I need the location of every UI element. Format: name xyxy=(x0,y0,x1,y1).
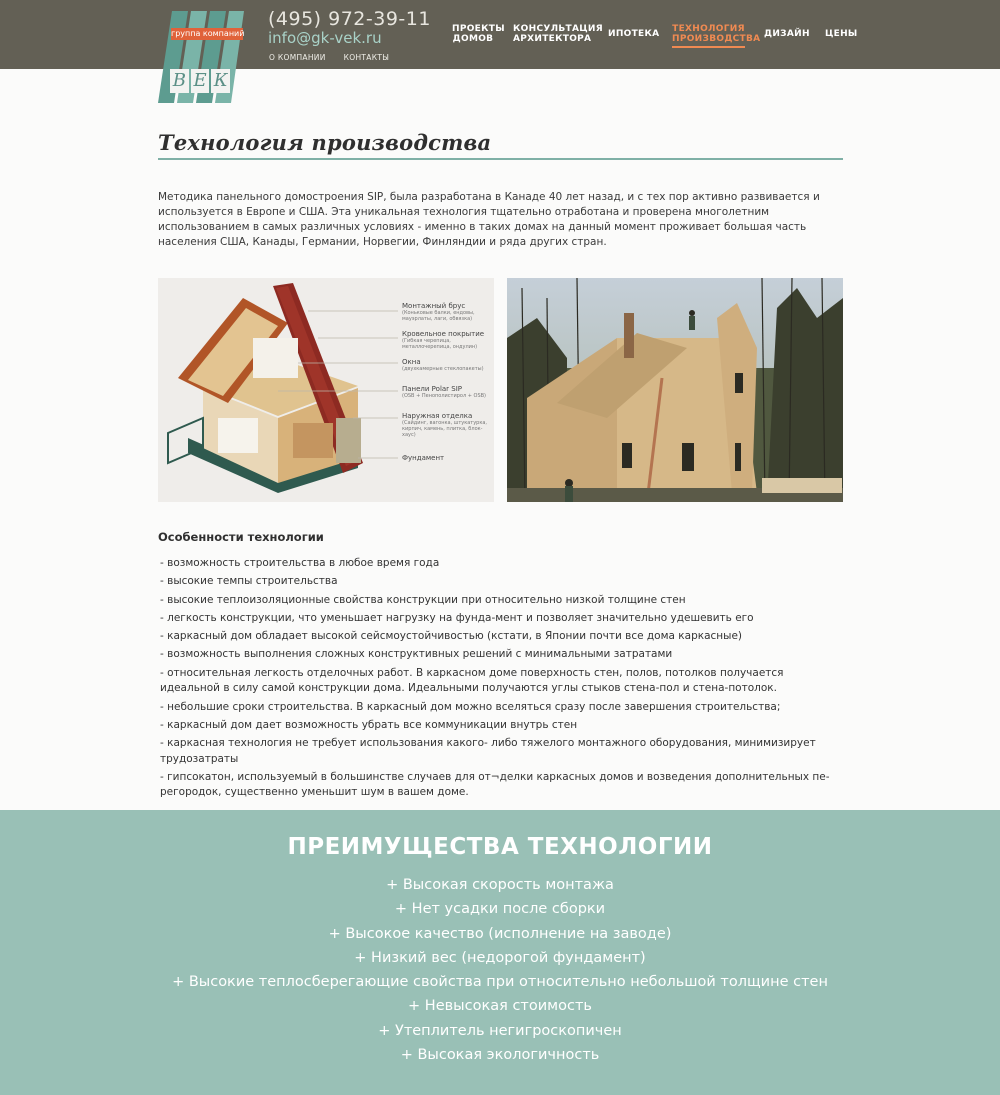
sub-navigation: О КОМПАНИИ КОНТАКТЫ xyxy=(269,53,389,62)
list-item: - относительная легкость отделочных рабо… xyxy=(160,666,784,695)
nav-label: ПРОЕКТЫ xyxy=(452,24,505,34)
nav-projects[interactable]: ПРОЕКТЫ ДОМОВ xyxy=(452,24,505,44)
nav-label: ИПОТЕКА xyxy=(608,29,660,39)
subnav-about-link[interactable]: О КОМПАНИИ xyxy=(269,53,326,62)
list-item: + Высокие теплосберегающие свойства при … xyxy=(172,974,828,991)
logo-letter: Е xyxy=(190,69,210,93)
nav-label: ПРОИЗВОДСТВА xyxy=(672,34,761,44)
list-item: - небольшие сроки строительства. В карка… xyxy=(160,700,781,713)
main-navigation: ПРОЕКТЫ ДОМОВ КОНСУЛЬТАЦИЯ АРХИТЕКТОРА И… xyxy=(0,24,1000,54)
list-item: + Высокая скорость монтажа xyxy=(386,877,614,893)
diagram-label: Окна (двухкамерные стеклопакеты) xyxy=(402,358,484,372)
list-item: + Нет усадки после сборки xyxy=(394,901,606,918)
features-heading: Особенности технологии xyxy=(158,530,324,544)
diagram-label: Панели Polar SIP (OSB + Пенополистирол +… xyxy=(402,385,486,399)
nav-technology[interactable]: ТЕХНОЛОГИЯ ПРОИЗВОДСТВА xyxy=(672,24,760,48)
nav-label: ЦЕНЫ xyxy=(825,29,858,39)
nav-architect-consult[interactable]: КОНСУЛЬТАЦИЯ АРХИТЕКТОРА xyxy=(513,24,603,44)
benefits-list: + Высокая скорость монтажа + Нет усадки … xyxy=(0,873,1000,1067)
subnav-contacts-link[interactable]: КОНТАКТЫ xyxy=(344,53,390,62)
diagram-label: Фундамент xyxy=(402,454,445,462)
list-item: + Невысокая стоимость xyxy=(408,998,592,1015)
diagram-label: Наружная отделка (Сайдинг, вагонка, штук… xyxy=(402,412,488,438)
nav-label: ДОМОВ xyxy=(452,34,494,44)
nav-label: ДИЗАЙН xyxy=(764,29,810,39)
nav-label: ТЕХНОЛОГИЯ xyxy=(672,24,745,34)
nav-design[interactable]: ДИЗАЙН xyxy=(764,29,809,39)
logo-letters: В Е К xyxy=(170,69,231,93)
list-item: + Утеплитель негигроскопичен xyxy=(378,1022,622,1039)
benefits-heading: ПРЕИМУЩЕСТВА ТЕХНОЛОГИИ xyxy=(287,834,713,860)
diagram-label: Кровельное покрытие (Гибкая черепица, ме… xyxy=(402,330,485,350)
list-item: - возможность строительства в любое врем… xyxy=(160,557,440,569)
intro-paragraph: Методика панельного домостроения SIP, бы… xyxy=(158,191,820,248)
logo-letter: В xyxy=(170,69,189,93)
list-item: - каркасный дом обладает высокой сейсмоу… xyxy=(160,630,743,643)
list-item: - легкость конструкции, что уменьшает на… xyxy=(160,611,754,624)
list-item: - высокие теплоизоляционные свойства кон… xyxy=(160,593,686,606)
nav-label: АРХИТЕКТОРА xyxy=(513,34,592,44)
list-item: - возможность выполнения сложных констру… xyxy=(160,648,673,661)
list-item: + Высокое качество (исполнение на заводе… xyxy=(328,925,672,942)
sip-house-diagram: Монтажный брус (Коньковые балки, ендовы,… xyxy=(158,278,494,502)
nav-mortgage[interactable]: ИПОТЕКА xyxy=(608,29,659,39)
list-item: - гипсокатон, используемый в большинстве… xyxy=(160,770,830,799)
features-list: - возможность строительства в любое врем… xyxy=(160,556,840,804)
diagram-legend: Монтажный брус (Коньковые балки, ендовы,… xyxy=(402,302,494,462)
construction-site-image xyxy=(507,278,843,502)
nav-prices[interactable]: ЦЕНЫ xyxy=(825,29,858,39)
logo-letter: К xyxy=(211,69,231,93)
diagram-label: Монтажный брус (Коньковые балки, ендовы,… xyxy=(402,302,475,322)
construction-photo xyxy=(507,278,843,502)
list-item: + Низкий вес (недорогой фундамент) xyxy=(354,949,646,966)
list-item: - каркасная технология не требует исполь… xyxy=(160,737,816,765)
list-item: - высокие темпы строительства xyxy=(160,575,338,588)
list-item: - каркасный дом дает возможность убрать … xyxy=(160,718,578,731)
list-item: + Высокая экологичность xyxy=(400,1047,600,1064)
nav-label: КОНСУЛЬТАЦИЯ xyxy=(513,24,603,34)
title-divider xyxy=(158,158,843,160)
page-title: Технология производства xyxy=(158,130,492,155)
